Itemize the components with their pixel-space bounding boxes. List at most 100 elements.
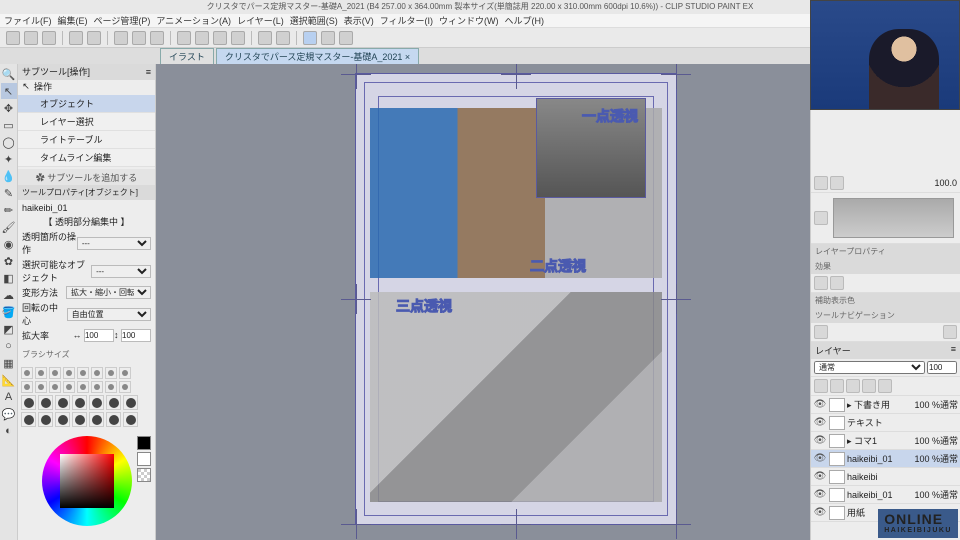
effect-icon[interactable] [814, 276, 828, 290]
balloon-icon[interactable]: 💬 [1, 406, 17, 422]
sel-inv-icon[interactable] [213, 31, 227, 45]
menu-anim[interactable]: アニメーション(A) [156, 14, 231, 27]
correct-icon[interactable]: ◐ [1, 423, 17, 439]
eyedropper-icon[interactable]: 💧 [1, 168, 17, 184]
brush-preset[interactable] [72, 395, 87, 410]
undo-icon[interactable] [69, 31, 83, 45]
eraser-tool-icon[interactable]: ◧ [1, 270, 17, 286]
save-icon[interactable] [42, 31, 56, 45]
menu-window[interactable]: ウィンドウ(W) [439, 14, 499, 27]
menu-filter[interactable]: フィルター(I) [380, 14, 433, 27]
ruler-tool-icon[interactable]: 📐 [1, 372, 17, 388]
nav-icon[interactable] [814, 211, 828, 225]
brush-preset[interactable] [119, 381, 131, 393]
brush-preset[interactable] [106, 412, 121, 427]
zoom-tool-icon[interactable]: 🔍 [1, 66, 17, 82]
layer-row[interactable]: 👁haikeibi_01100 %通常 [811, 486, 960, 504]
object-tool-icon[interactable]: ↖ [1, 83, 17, 99]
visibility-icon[interactable]: 👁 [813, 399, 827, 410]
brush-preset[interactable] [91, 367, 103, 379]
ruler-layer-icon[interactable] [878, 379, 892, 393]
marquee-tool-icon[interactable]: ▭ [1, 117, 17, 133]
fill-tool-icon[interactable]: 🪣 [1, 304, 17, 320]
brush-preset[interactable] [21, 395, 36, 410]
scale-v-input[interactable] [121, 329, 151, 342]
shape-tool-icon[interactable]: ○ [1, 338, 17, 354]
brush-preset[interactable] [38, 395, 53, 410]
visibility-icon[interactable]: 👁 [813, 489, 827, 500]
menu-page[interactable]: ページ管理(P) [94, 14, 151, 27]
brush-preset[interactable] [77, 381, 89, 393]
transform-method-select[interactable]: 拡大・縮小・回転 [66, 286, 151, 299]
menu-file[interactable]: ファイル(F) [4, 14, 52, 27]
sel-all-icon[interactable] [177, 31, 191, 45]
visibility-icon[interactable]: 👁 [813, 471, 827, 482]
bg-color-swatch[interactable] [137, 452, 151, 466]
subtool-object[interactable]: オブジェクト [18, 95, 155, 113]
brush-preset[interactable] [35, 367, 47, 379]
new-file-icon[interactable] [6, 31, 20, 45]
brush-preset[interactable] [38, 412, 53, 427]
snap-ruler-icon[interactable] [303, 31, 317, 45]
opacity-input[interactable] [927, 361, 957, 374]
sel-border-icon[interactable] [231, 31, 245, 45]
delete-icon[interactable] [114, 31, 128, 45]
layer-row[interactable]: 👁テキスト [811, 414, 960, 432]
menu-edit[interactable]: 編集(E) [58, 14, 88, 27]
brush-preset[interactable] [123, 395, 138, 410]
visibility-icon[interactable]: 👁 [813, 435, 827, 446]
snap-persp-icon[interactable] [321, 31, 335, 45]
transparent-swatch[interactable] [137, 468, 151, 482]
grid-icon[interactable] [276, 31, 290, 45]
brush-preset[interactable] [105, 367, 117, 379]
menu-icon[interactable]: ≡ [146, 67, 151, 77]
navigator-thumb[interactable] [833, 198, 954, 238]
brush-preset[interactable] [21, 381, 33, 393]
pencil-tool-icon[interactable]: ✏ [1, 202, 17, 218]
tab-illust[interactable]: イラスト [160, 48, 214, 65]
mask-icon[interactable] [846, 379, 860, 393]
color-wheel[interactable] [42, 436, 132, 526]
scale-h-input[interactable] [84, 329, 114, 342]
subtool-layer-select[interactable]: レイヤー選択 [18, 113, 155, 131]
layer-row[interactable]: 👁▸ 下書き用100 %通常 [811, 396, 960, 414]
subtool-group[interactable]: ↖ 操作 [18, 80, 155, 94]
clip-icon[interactable] [862, 379, 876, 393]
add-subtool-button[interactable]: ✿ サブツールを追加する [18, 169, 155, 185]
brush-preset[interactable] [106, 395, 121, 410]
brush-tool-icon[interactable]: 🖌 [1, 219, 17, 235]
wand-tool-icon[interactable]: ✦ [1, 151, 17, 167]
scale-icon[interactable] [150, 31, 164, 45]
visibility-icon[interactable]: 👁 [813, 453, 827, 464]
deco-tool-icon[interactable]: ✿ [1, 253, 17, 269]
airbrush-icon[interactable]: ◉ [1, 236, 17, 252]
brush-preset[interactable] [63, 381, 75, 393]
color-square[interactable] [60, 454, 114, 508]
layer-row[interactable]: 👁▸ コマ1100 %通常 [811, 432, 960, 450]
brush-preset[interactable] [49, 367, 61, 379]
brush-preset[interactable] [63, 367, 75, 379]
settings-icon[interactable] [814, 325, 828, 339]
move-tool-icon[interactable]: ✥ [1, 100, 17, 116]
rotation-center-select[interactable]: 自由位置 [67, 308, 151, 321]
transparent-op-select[interactable]: --- [77, 237, 151, 250]
brush-preset[interactable] [105, 381, 117, 393]
brush-preset[interactable] [55, 412, 70, 427]
wrench-icon[interactable] [943, 325, 957, 339]
canvas[interactable]: 一点透視 二点透視 三点透視 [156, 64, 810, 540]
blend-mode-select[interactable]: 通常 [814, 361, 925, 374]
menu-select[interactable]: 選択範囲(S) [290, 14, 338, 27]
visibility-icon[interactable]: 👁 [813, 507, 827, 518]
brush-preset[interactable] [21, 412, 36, 427]
visibility-icon[interactable]: 👁 [813, 417, 827, 428]
ruler-icon[interactable] [258, 31, 272, 45]
gradient-icon[interactable]: ◩ [1, 321, 17, 337]
menu-view[interactable]: 表示(V) [344, 14, 374, 27]
blend-tool-icon[interactable]: ☁ [1, 287, 17, 303]
frame-tool-icon[interactable]: ▦ [1, 355, 17, 371]
menu-help[interactable]: ヘルプ(H) [505, 14, 545, 27]
new-layer-icon[interactable] [814, 379, 828, 393]
open-icon[interactable] [24, 31, 38, 45]
camera-icon[interactable] [814, 176, 828, 190]
new-folder-icon[interactable] [830, 379, 844, 393]
